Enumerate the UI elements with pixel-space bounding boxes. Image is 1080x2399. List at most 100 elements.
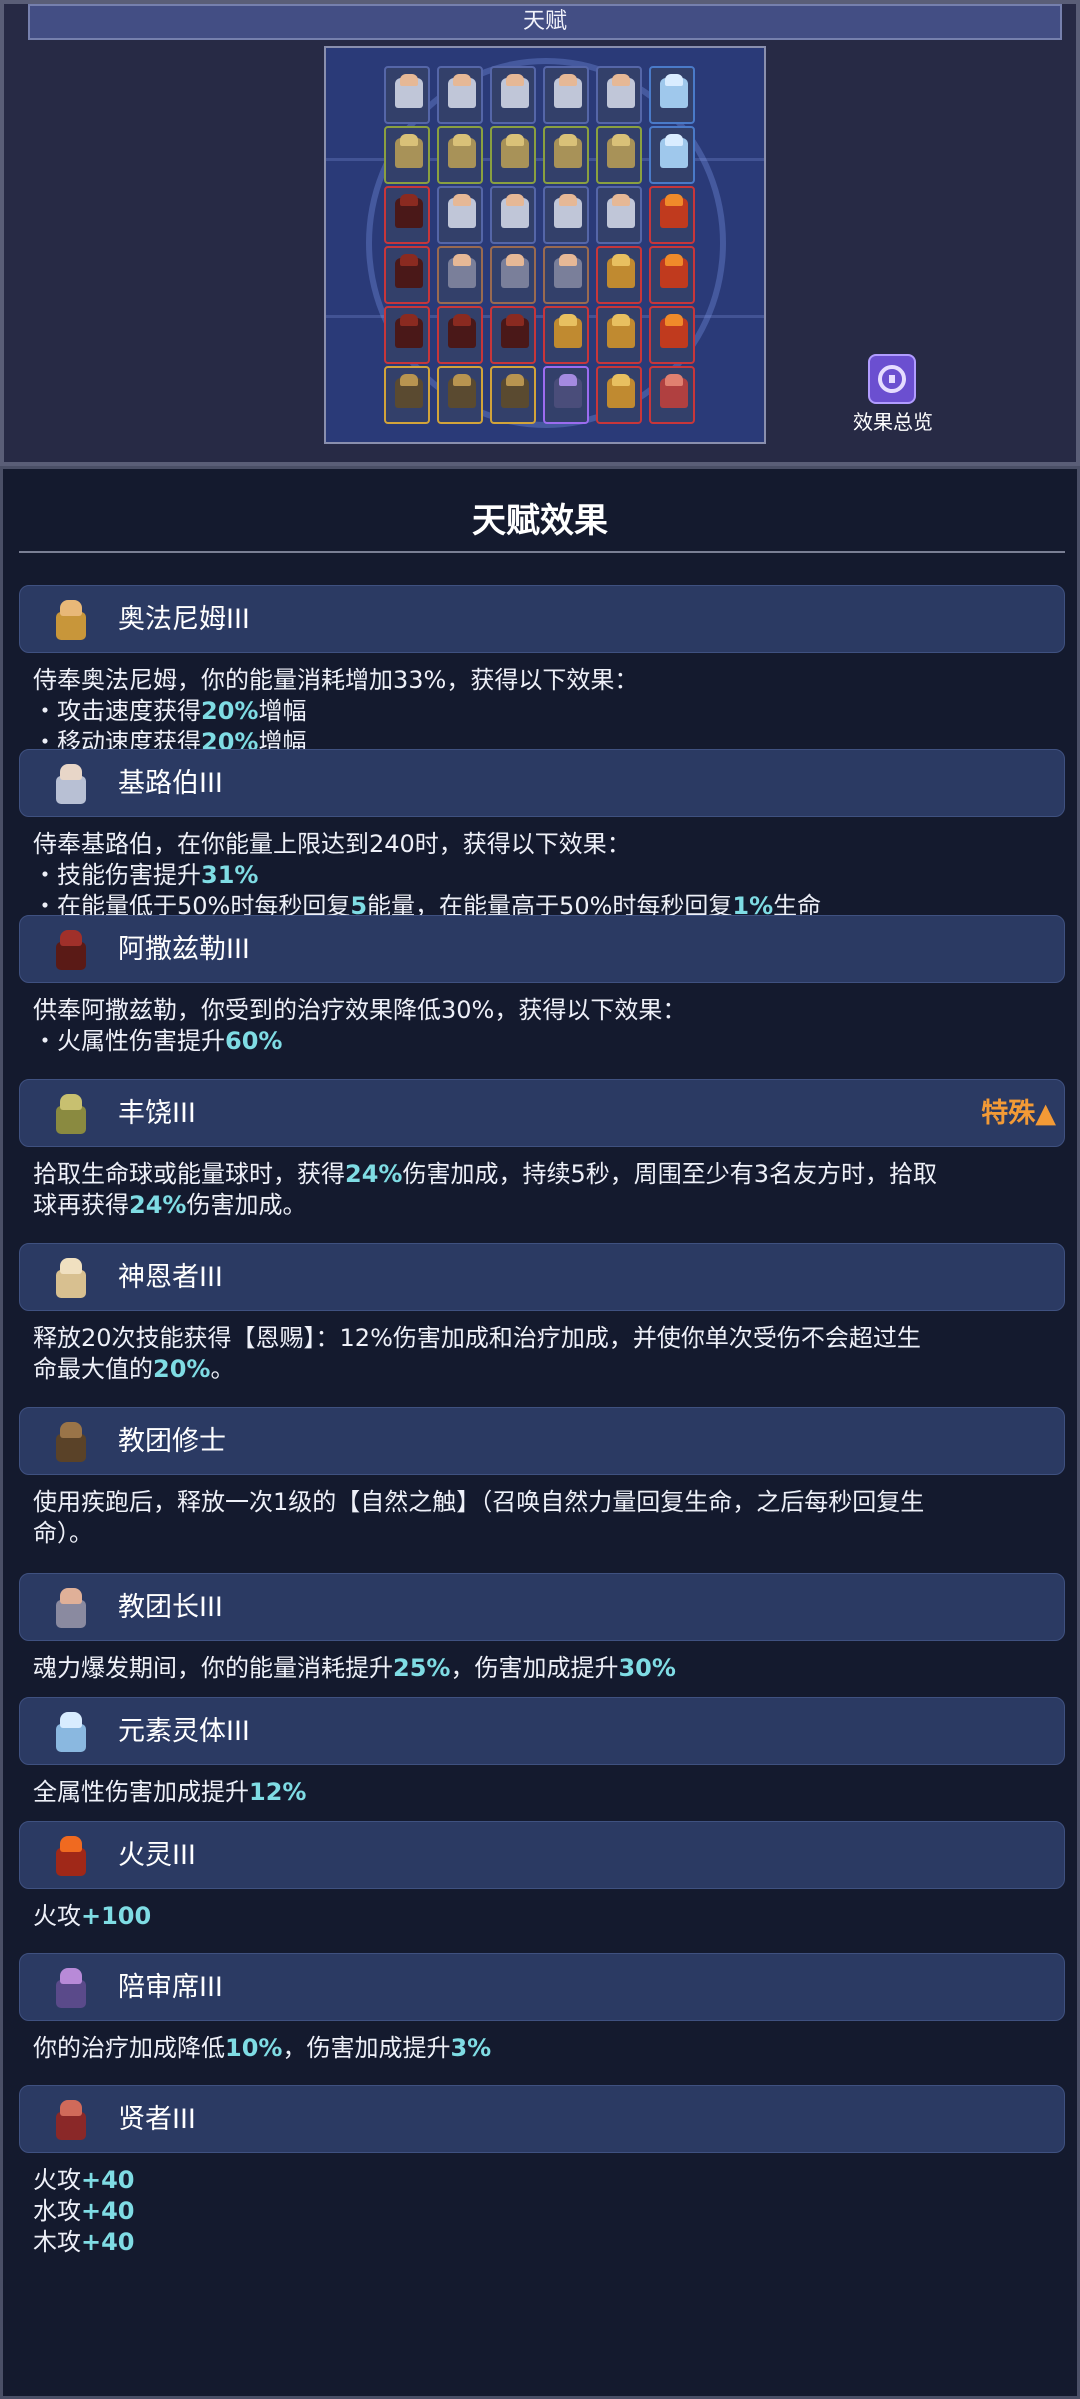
winged-priest-icon [50,1256,92,1300]
description-text: 魂力爆发期间，你的能量消耗提升 [33,1654,393,1682]
talent-unit-slot[interactable] [543,246,589,304]
description-line: 火攻+40 [33,2165,1053,2196]
talent-section-header[interactable]: 元素灵体III [19,1697,1065,1765]
talent-unit-slot[interactable] [543,186,589,244]
description-text: 命）。 [33,1519,93,1547]
description-line: 火攻+100 [33,1901,1053,1932]
description-line: 命）。 [33,1518,1053,1549]
talent-unit-slot[interactable] [596,186,642,244]
description-text: 全属性伤害加成提升 [33,1778,249,1806]
talent-section-header[interactable]: 丰饶III 特殊▲ [19,1079,1065,1147]
description-line: 木攻+40 [33,2227,1053,2258]
talent-description: 侍奉基路伯，在你能量上限达到240时，获得以下效果： ・技能伤害提升31% ・在能量… [33,829,1053,922]
highlight-value: +40 [81,2166,135,2194]
talent-unit-slot[interactable] [543,66,589,124]
talent-unit-slot[interactable] [384,366,430,424]
talent-unit-slot[interactable] [543,126,589,184]
panel-title: 天赋效果 [472,501,608,541]
talent-unit-slot[interactable] [490,246,536,304]
talent-board-panel: 天赋 效果总览 [0,0,1080,466]
talent-unit-slot[interactable] [384,246,430,304]
talent-unit-slot[interactable] [490,186,536,244]
talent-unit-slot[interactable] [384,126,430,184]
talent-effects-panel[interactable]: 天赋效果 奥法尼姆III 侍奉奥法尼姆，你的能量消耗增加33%，获得以下效果： ・攻… [0,466,1080,2399]
description-text: 释放20次技能获得【恩赐】：12%伤害加成和治疗加成，并使你单次受伤不会超过生 [33,1324,921,1352]
talent-section-header[interactable]: 教团长III [19,1573,1065,1641]
talent-unit-slot[interactable] [490,306,536,364]
description-line: 拾取生命球或能量球时，获得24%伤害加成，持续5秒，周围至少有3名友方时，拾取 [33,1159,1053,1190]
description-line: 全属性伤害加成提升12% [33,1777,1053,1808]
description-line: ・技能伤害提升31% [33,860,1053,891]
description-text: 拾取生命球或能量球时，获得 [33,1160,345,1188]
talent-unit-slot[interactable] [437,366,483,424]
talent-unit-slot[interactable] [596,366,642,424]
highlight-value: 10% [225,2034,283,2062]
talent-unit-slot[interactable] [596,66,642,124]
highlight-value: 20% [153,1355,211,1383]
highlight-value: 24% [345,1160,403,1188]
talent-section-header[interactable]: 陪审席III [19,1953,1065,2021]
red-sage-icon [50,2098,92,2142]
talent-unit-slot[interactable] [384,66,430,124]
talent-section-header[interactable]: 教团修士 [19,1407,1065,1475]
highlight-value: +100 [81,1902,152,1930]
ice-spirit-icon [50,1710,92,1754]
talent-unit-slot[interactable] [596,126,642,184]
talent-unit-slot[interactable] [437,186,483,244]
talent-unit-slot[interactable] [649,66,695,124]
talent-unit-slot[interactable] [384,186,430,244]
highlight-value: 3% [450,2034,492,2062]
talent-description: 释放20次技能获得【恩赐】：12%伤害加成和治疗加成，并使你单次受伤不会超过生命… [33,1323,1053,1385]
talent-section-header[interactable]: 火灵III [19,1821,1065,1889]
talent-unit-slot[interactable] [437,306,483,364]
talent-unit-slot[interactable] [596,306,642,364]
highlight-value: 24% [129,1191,187,1219]
talent-unit-slot[interactable] [384,306,430,364]
description-text: ，伤害加成提升 [450,1654,619,1682]
talent-section-header[interactable]: 阿撒兹勒III [19,915,1065,983]
talent-unit-slot[interactable] [649,246,695,304]
description-text: 水攻 [33,2197,81,2225]
highlight-value: 12% [249,1778,307,1806]
talent-section-header[interactable]: 基路伯III [19,749,1065,817]
eye-rune-icon [868,354,916,404]
description-line: ・火属性伤害提升60% [33,1026,1053,1057]
talent-description: 拾取生命球或能量球时，获得24%伤害加成，持续5秒，周围至少有3名友方时，拾取球… [33,1159,1053,1221]
talent-section-header[interactable]: 神恩者III [19,1243,1065,1311]
talent-section-header[interactable]: 贤者III [19,2085,1065,2153]
talent-description: 全属性伤害加成提升12% [33,1777,1053,1808]
highlight-value: +40 [81,2197,135,2225]
talent-unit-slot[interactable] [649,306,695,364]
talent-grid [324,46,766,444]
winged-knight-icon [50,762,92,806]
description-text: 侍奉奥法尼姆，你的能量消耗增加33%，获得以下效果： [33,666,639,694]
talent-unit-slot[interactable] [649,126,695,184]
talent-unit-slot[interactable] [490,366,536,424]
description-line: ・攻击速度获得20%增幅 [33,696,1053,727]
talent-board-title: 天赋 [28,4,1062,40]
effects-overview-button[interactable]: 效果总览 [838,354,948,434]
description-text: 供奉阿撒兹勒，你受到的治疗效果降低30%，获得以下效果： [33,996,687,1024]
talent-name: 丰饶III [118,1098,196,1129]
talent-name: 教团长III [118,1592,223,1623]
description-line: 释放20次技能获得【恩赐】：12%伤害加成和治疗加成，并使你单次受伤不会超过生 [33,1323,1053,1354]
description-line: 魂力爆发期间，你的能量消耗提升25%，伤害加成提升30% [33,1653,1053,1684]
talent-section-header[interactable]: 奥法尼姆III [19,585,1065,653]
talent-unit-slot[interactable] [437,246,483,304]
talent-unit-slot[interactable] [596,246,642,304]
talent-unit-slot[interactable] [490,66,536,124]
description-line: 球再获得24%伤害加成。 [33,1190,1053,1221]
talent-unit-slot[interactable] [437,66,483,124]
talent-unit-slot[interactable] [649,366,695,424]
talent-unit-slot[interactable] [490,126,536,184]
description-text: 命最大值的 [33,1355,153,1383]
description-line: 侍奉奥法尼姆，你的能量消耗增加33%，获得以下效果： [33,665,1053,696]
talent-name: 神恩者III [118,1262,223,1293]
talent-unit-slot[interactable] [543,306,589,364]
talent-unit-slot[interactable] [649,186,695,244]
talent-unit-slot[interactable] [543,366,589,424]
talent-unit-slot[interactable] [437,126,483,184]
talent-description: 火攻+100 [33,1901,1053,1932]
description-line: 你的治疗加成降低10%，伤害加成提升3% [33,2033,1053,2064]
description-line: 命最大值的20%。 [33,1354,1053,1385]
